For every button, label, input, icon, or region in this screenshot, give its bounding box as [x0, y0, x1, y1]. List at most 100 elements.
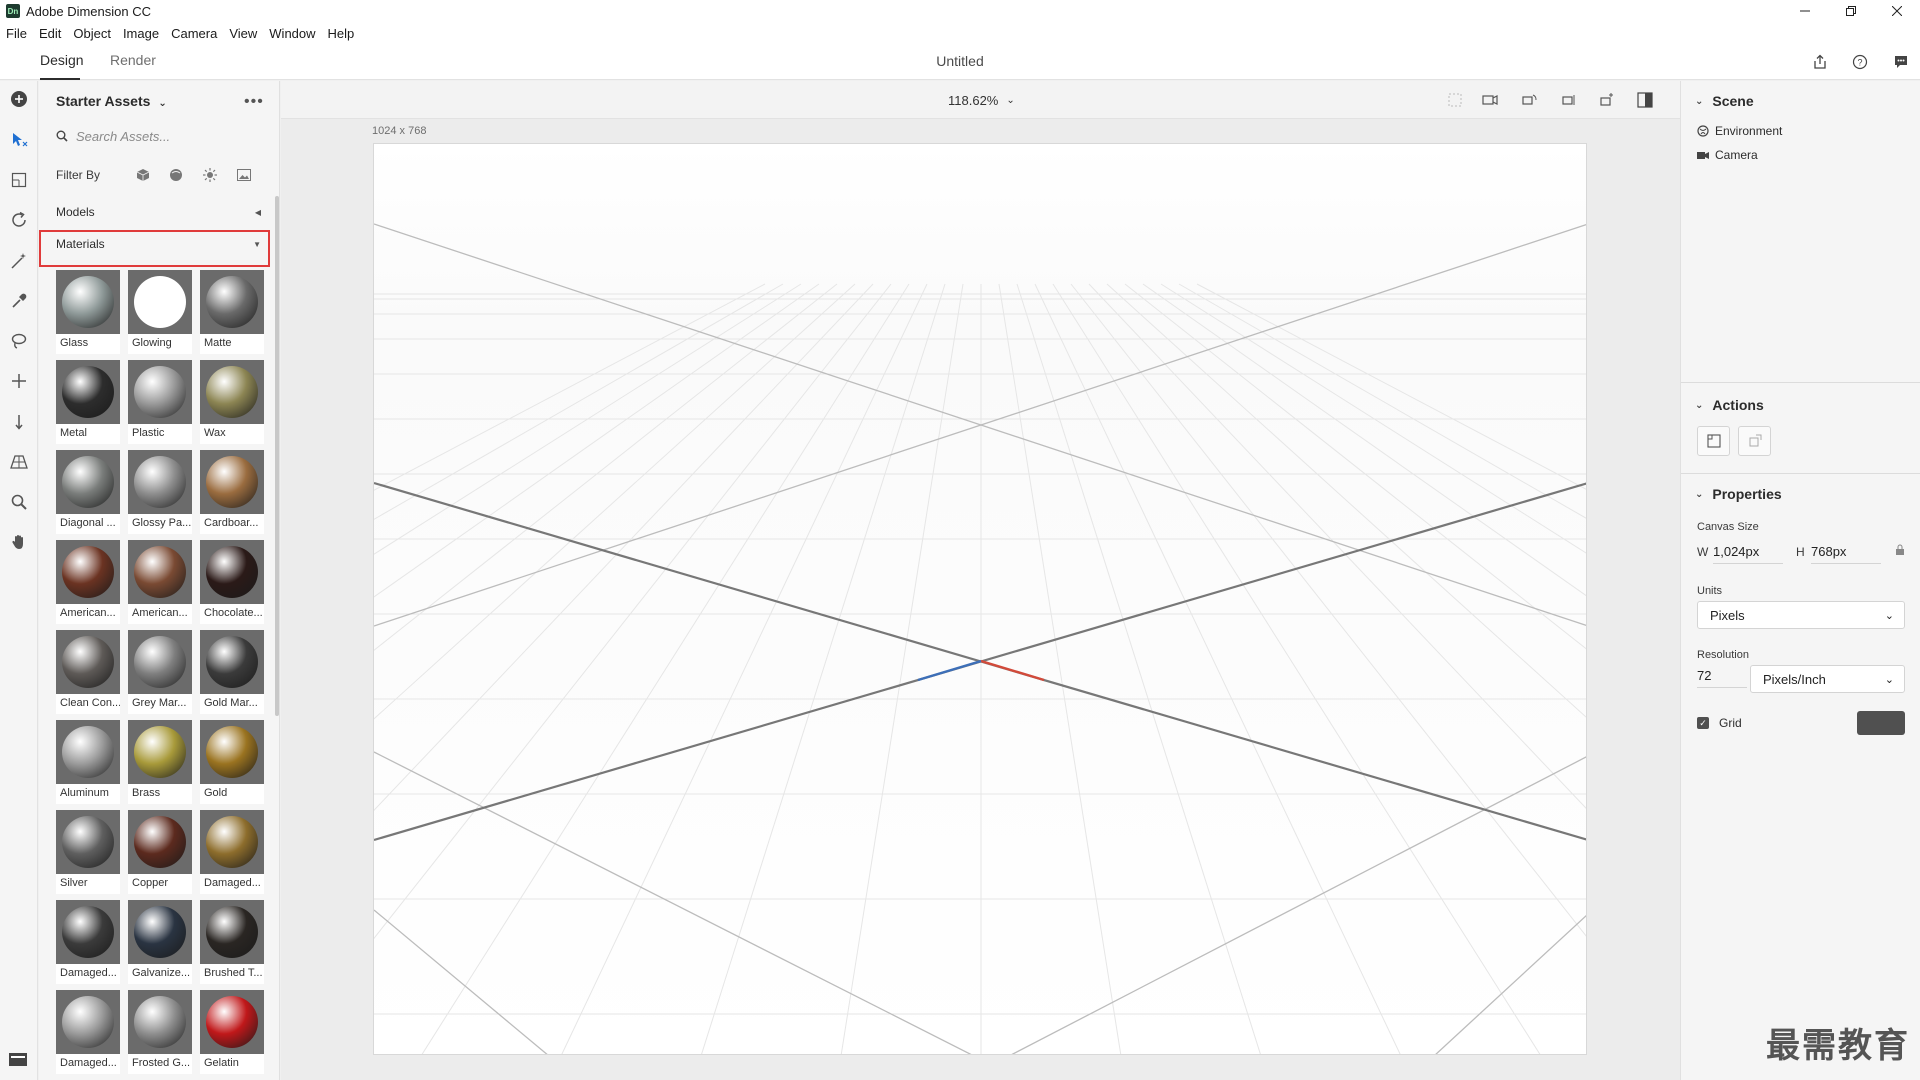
orbit-tool[interactable] — [7, 208, 31, 232]
material-sphere-icon — [134, 366, 186, 418]
more-options-button[interactable]: ••• — [244, 93, 264, 111]
material-item[interactable]: Gold — [200, 720, 264, 804]
material-item[interactable]: Damaged... — [56, 990, 120, 1074]
canvas-height-field[interactable]: 768px — [1811, 540, 1881, 564]
material-item[interactable]: Damaged... — [200, 810, 264, 894]
share-button[interactable] — [1809, 52, 1831, 72]
menu-edit[interactable]: Edit — [39, 26, 61, 41]
material-item[interactable]: Grey Mar... — [128, 630, 192, 714]
material-item[interactable]: Glowing — [128, 270, 192, 354]
material-item[interactable]: Copper — [128, 810, 192, 894]
frame-tool[interactable] — [1443, 89, 1467, 111]
hand-tool[interactable] — [7, 530, 31, 554]
add-content-tool[interactable] — [7, 87, 31, 111]
grid-checkbox-row[interactable]: ✓ Grid — [1697, 716, 1742, 730]
material-sphere-icon — [134, 726, 186, 778]
material-name: Wax — [204, 427, 226, 439]
material-item[interactable]: Plastic — [128, 360, 192, 444]
resolution-field[interactable]: 72 — [1697, 664, 1747, 688]
models-section-header[interactable]: Models ◀ — [56, 202, 261, 222]
material-item[interactable]: Gelatin — [200, 990, 264, 1074]
filter-lights-button[interactable] — [193, 165, 227, 185]
material-item[interactable]: Frosted G... — [128, 990, 192, 1074]
material-item[interactable]: Matte — [200, 270, 264, 354]
search-placeholder: Search Assets... — [76, 128, 171, 144]
help-button[interactable]: ? — [1849, 52, 1871, 72]
restore-button[interactable] — [1828, 0, 1874, 22]
artboard-viewport[interactable] — [373, 143, 1587, 1055]
lock-aspect-button[interactable] — [1895, 544, 1905, 559]
material-item[interactable]: Silver — [56, 810, 120, 894]
material-item[interactable]: Aluminum — [56, 720, 120, 804]
close-button[interactable] — [1874, 0, 1920, 22]
chat-icon — [1895, 56, 1907, 68]
material-item[interactable]: American... — [56, 540, 120, 624]
sample-tool[interactable] — [7, 289, 31, 313]
grid-label: Grid — [1719, 716, 1742, 730]
dolly-tool[interactable] — [7, 410, 31, 434]
material-sphere-icon — [62, 636, 114, 688]
fit-artboard-button[interactable] — [1697, 426, 1730, 456]
material-thumbnail — [56, 540, 120, 604]
material-item[interactable]: Clean Con... — [56, 630, 120, 714]
properties-section-header[interactable]: ⌄ Properties — [1695, 486, 1782, 502]
units-select[interactable]: Pixels ⌄ — [1697, 601, 1905, 629]
perspective-tool[interactable] — [7, 450, 31, 474]
filter-images-button[interactable] — [227, 165, 261, 185]
assets-scrollbar[interactable] — [275, 196, 279, 716]
menu-file[interactable]: File — [6, 26, 27, 41]
menu-object[interactable]: Object — [73, 26, 111, 41]
starter-assets-dropdown[interactable]: Starter Assets ⌄ — [56, 93, 167, 109]
actions-section-header[interactable]: ⌄ Actions — [1695, 397, 1764, 413]
assets-title: Starter Assets — [56, 93, 151, 109]
minimize-button[interactable] — [1782, 0, 1828, 22]
material-item[interactable]: Cardboar... — [200, 450, 264, 534]
material-item[interactable]: Brushed T... — [200, 900, 264, 984]
match-image-button[interactable] — [1738, 426, 1771, 456]
resolution-unit-select[interactable]: Pixels/Inch ⌄ — [1750, 665, 1905, 693]
render-preview-button[interactable] — [1633, 89, 1657, 111]
material-item[interactable]: Diagonal ... — [56, 450, 120, 534]
menu-help[interactable]: Help — [328, 26, 355, 41]
scene-item-environment[interactable]: Environment — [1697, 124, 1782, 138]
search-assets-field[interactable]: Search Assets... — [56, 124, 261, 148]
scene-item-camera[interactable]: Camera — [1697, 148, 1758, 162]
material-item[interactable]: Chocolate... — [200, 540, 264, 624]
material-item[interactable]: Glossy Pa... — [128, 450, 192, 534]
select-tool[interactable] — [7, 168, 31, 192]
filter-materials-button[interactable] — [159, 165, 193, 185]
material-item[interactable]: Damaged... — [56, 900, 120, 984]
menu-image[interactable]: Image — [123, 26, 159, 41]
material-name: American... — [60, 607, 116, 619]
filter-models-button[interactable] — [126, 165, 160, 185]
grid-checkbox[interactable]: ✓ — [1697, 717, 1709, 729]
material-item[interactable]: American... — [128, 540, 192, 624]
canvas-width-field[interactable]: 1,024px — [1713, 540, 1783, 564]
camera-dolly-button[interactable] — [1557, 89, 1581, 111]
panel-toggle-button[interactable] — [8, 1050, 30, 1068]
magic-lasso-tool[interactable] — [7, 329, 31, 353]
material-item[interactable]: Metal — [56, 360, 120, 444]
menu-view[interactable]: View — [229, 26, 257, 41]
material-item[interactable]: Brass — [128, 720, 192, 804]
horizontal-pan-tool[interactable] — [7, 369, 31, 393]
grid-color-swatch[interactable] — [1857, 711, 1905, 735]
plus-circle-icon — [11, 91, 27, 107]
menu-camera[interactable]: Camera — [171, 26, 217, 41]
magic-wand-tool[interactable] — [7, 249, 31, 273]
zoom-dropdown[interactable]: 118.62% ⌄ — [948, 93, 1015, 108]
zoom-tool[interactable] — [7, 490, 31, 514]
material-name: Metal — [60, 427, 87, 439]
material-item[interactable]: Galvanize... — [128, 900, 192, 984]
camera-pan-vertical-button[interactable] — [1595, 89, 1619, 111]
camera-orbit-button[interactable] — [1517, 89, 1541, 111]
chevron-down-icon: ⌄ — [1695, 95, 1704, 107]
camera-pan-button[interactable] — [1479, 89, 1503, 111]
menu-window[interactable]: Window — [269, 26, 315, 41]
select-move-tool[interactable] — [7, 128, 31, 152]
feedback-button[interactable] — [1890, 52, 1912, 72]
material-item[interactable]: Glass — [56, 270, 120, 354]
material-item[interactable]: Gold Mar... — [200, 630, 264, 714]
scene-section-header[interactable]: ⌄ Scene — [1695, 93, 1754, 109]
material-item[interactable]: Wax — [200, 360, 264, 444]
